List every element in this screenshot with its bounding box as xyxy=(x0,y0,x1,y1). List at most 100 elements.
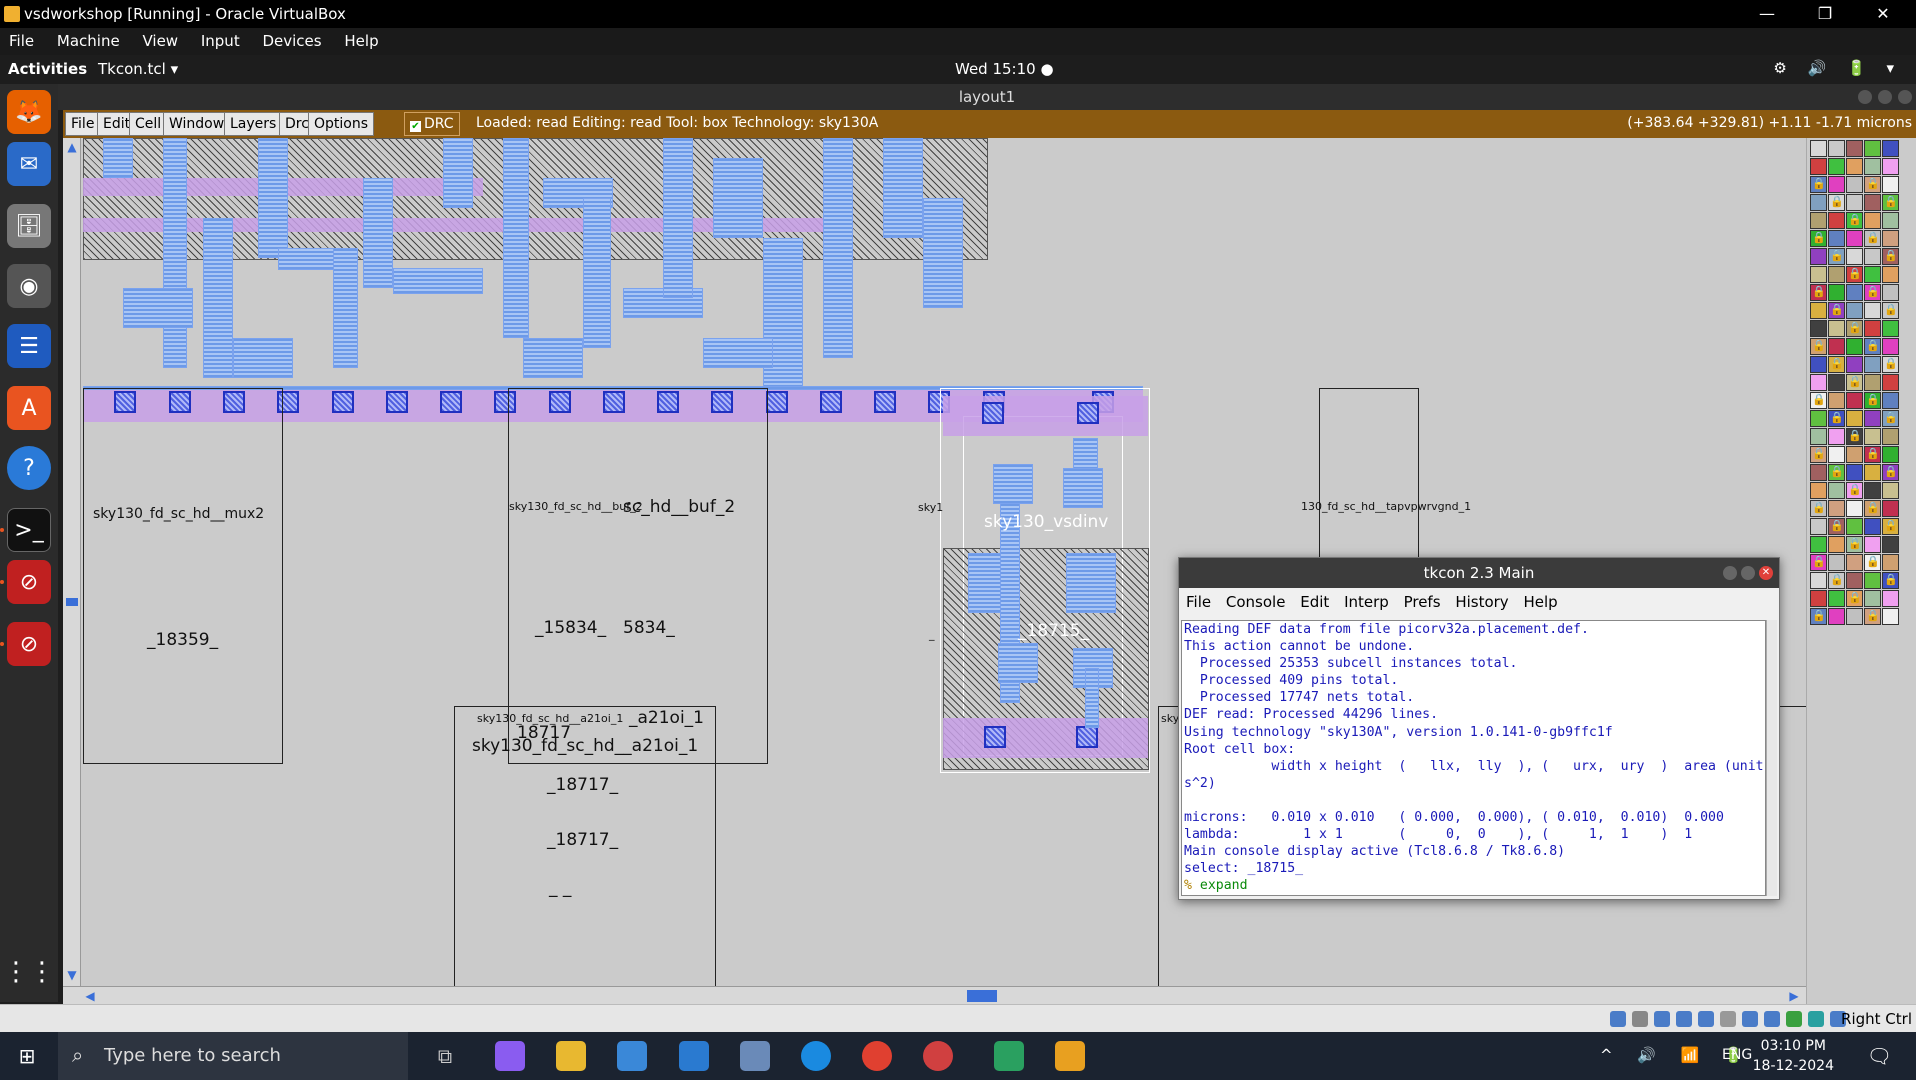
magic-menu-layers[interactable]: Layers xyxy=(224,112,283,136)
layer-swatch[interactable] xyxy=(1846,356,1863,373)
minimize-button[interactable]: — xyxy=(1738,0,1796,28)
layer-swatch[interactable] xyxy=(1810,608,1827,625)
storage-icon[interactable] xyxy=(1610,1011,1626,1027)
layer-swatch[interactable] xyxy=(1864,590,1881,607)
layer-swatch[interactable] xyxy=(1864,248,1881,265)
layer-swatch[interactable] xyxy=(1810,194,1827,211)
layer-swatch[interactable] xyxy=(1810,284,1827,301)
layer-swatch[interactable] xyxy=(1828,392,1845,409)
scroll-left-arrow[interactable]: ◀ xyxy=(83,989,97,1003)
layer-swatch[interactable] xyxy=(1828,500,1845,517)
layer-swatch[interactable] xyxy=(1828,428,1845,445)
tray-clock[interactable]: 03:10 PM 18-12-2024 xyxy=(1753,1036,1834,1076)
layer-swatch[interactable] xyxy=(1882,320,1899,337)
drc-toggle[interactable]: ✔ DRC xyxy=(404,112,460,136)
layer-swatch[interactable] xyxy=(1810,482,1827,499)
terminal-icon[interactable]: >_ xyxy=(7,508,51,552)
layer-swatch[interactable] xyxy=(1864,464,1881,481)
layer-swatch[interactable] xyxy=(1810,266,1827,283)
vscode-icon[interactable] xyxy=(679,1041,709,1071)
layer-swatch[interactable] xyxy=(1810,158,1827,175)
layer-swatch[interactable] xyxy=(1846,302,1863,319)
chrome-icon[interactable] xyxy=(862,1041,892,1071)
layer-swatch[interactable] xyxy=(1810,374,1827,391)
layer-swatch[interactable] xyxy=(1846,482,1863,499)
layer-swatch[interactable] xyxy=(1810,446,1827,463)
app-icon[interactable] xyxy=(994,1041,1024,1071)
layer-swatch[interactable] xyxy=(1846,374,1863,391)
layer-swatch[interactable] xyxy=(1846,446,1863,463)
tkcon-menu-file[interactable]: File xyxy=(1181,593,1216,611)
layer-swatch[interactable] xyxy=(1846,572,1863,589)
layer-swatch[interactable] xyxy=(1828,248,1845,265)
recording-icon[interactable] xyxy=(1764,1011,1780,1027)
layer-swatch[interactable] xyxy=(1828,590,1845,607)
activities-button[interactable]: Activities xyxy=(8,60,87,78)
layer-swatch[interactable] xyxy=(1810,428,1827,445)
layer-swatch[interactable] xyxy=(1828,284,1845,301)
layer-swatch[interactable] xyxy=(1846,518,1863,535)
layer-swatch[interactable] xyxy=(1828,320,1845,337)
layer-swatch[interactable] xyxy=(1828,374,1845,391)
tkcon-menu-console[interactable]: Console xyxy=(1221,593,1291,611)
tkcon-menu-prefs[interactable]: Prefs xyxy=(1399,593,1446,611)
blocked-app-icon[interactable]: ⊘ xyxy=(7,622,51,666)
layer-swatch[interactable] xyxy=(1846,392,1863,409)
mouse-icon[interactable] xyxy=(1808,1011,1824,1027)
vbox-menu-devices[interactable]: Devices xyxy=(253,28,330,55)
chrome-profile-icon[interactable] xyxy=(923,1041,953,1071)
layer-swatch[interactable] xyxy=(1864,446,1881,463)
tkcon-maximize-button[interactable] xyxy=(1741,566,1755,580)
layer-swatch[interactable] xyxy=(1810,230,1827,247)
tkcon-close-button[interactable]: ✕ xyxy=(1759,566,1773,580)
layer-swatch[interactable] xyxy=(1828,554,1845,571)
copilot-icon[interactable] xyxy=(495,1041,525,1071)
layer-swatch[interactable] xyxy=(1846,338,1863,355)
layer-swatch[interactable] xyxy=(1828,446,1845,463)
layer-swatch[interactable] xyxy=(1864,158,1881,175)
firefox-icon[interactable]: 🦊 xyxy=(7,90,51,134)
layer-swatch[interactable] xyxy=(1828,158,1845,175)
rhythmbox-icon[interactable]: ◉ xyxy=(7,264,51,308)
layer-swatch[interactable] xyxy=(1810,320,1827,337)
layer-swatch[interactable] xyxy=(1882,410,1899,427)
layer-swatch[interactable] xyxy=(1882,554,1899,571)
layer-swatch[interactable] xyxy=(1882,230,1899,247)
layer-swatch[interactable] xyxy=(1882,428,1899,445)
layer-swatch[interactable] xyxy=(1864,500,1881,517)
layer-swatch[interactable] xyxy=(1864,320,1881,337)
tkcon-menu-interp[interactable]: Interp xyxy=(1339,593,1394,611)
layer-swatch[interactable] xyxy=(1810,356,1827,373)
audio-icon[interactable] xyxy=(1654,1011,1670,1027)
layer-swatch[interactable] xyxy=(1864,266,1881,283)
clock[interactable]: Wed 15:10 ● xyxy=(955,60,1054,78)
magic-menu-window[interactable]: Window xyxy=(163,112,231,136)
layer-swatch[interactable] xyxy=(1864,176,1881,193)
layer-swatch[interactable] xyxy=(1846,212,1863,229)
taskbar-search[interactable]: ⌕ Type here to search xyxy=(58,1032,408,1080)
layer-swatch[interactable] xyxy=(1846,554,1863,571)
layer-swatch[interactable] xyxy=(1846,500,1863,517)
layer-swatch[interactable] xyxy=(1882,176,1899,193)
layer-swatch[interactable] xyxy=(1828,230,1845,247)
language-indicator[interactable]: ENG xyxy=(1722,1047,1752,1063)
software-icon[interactable]: A xyxy=(7,386,51,430)
layer-swatch[interactable] xyxy=(1828,518,1845,535)
vbox-menu-file[interactable]: File xyxy=(0,28,43,55)
layer-swatch[interactable] xyxy=(1864,518,1881,535)
usb-icon[interactable] xyxy=(1698,1011,1714,1027)
layer-swatch[interactable] xyxy=(1828,410,1845,427)
magic-menu-cell[interactable]: Cell xyxy=(129,112,168,136)
layer-swatch[interactable] xyxy=(1882,338,1899,355)
layer-swatch[interactable] xyxy=(1846,320,1863,337)
close-button[interactable]: ✕ xyxy=(1854,0,1912,28)
optical-icon[interactable] xyxy=(1632,1011,1648,1027)
layer-swatch[interactable] xyxy=(1810,464,1827,481)
magic-close-button[interactable] xyxy=(1898,90,1912,104)
show-apps-icon[interactable]: ⋮⋮ xyxy=(3,950,55,994)
layer-swatch[interactable] xyxy=(1882,374,1899,391)
layer-swatch[interactable] xyxy=(1882,500,1899,517)
horizontal-scroll-thumb[interactable] xyxy=(967,990,997,1002)
layer-swatch[interactable] xyxy=(1864,302,1881,319)
vbox-menu-machine[interactable]: Machine xyxy=(48,28,129,55)
